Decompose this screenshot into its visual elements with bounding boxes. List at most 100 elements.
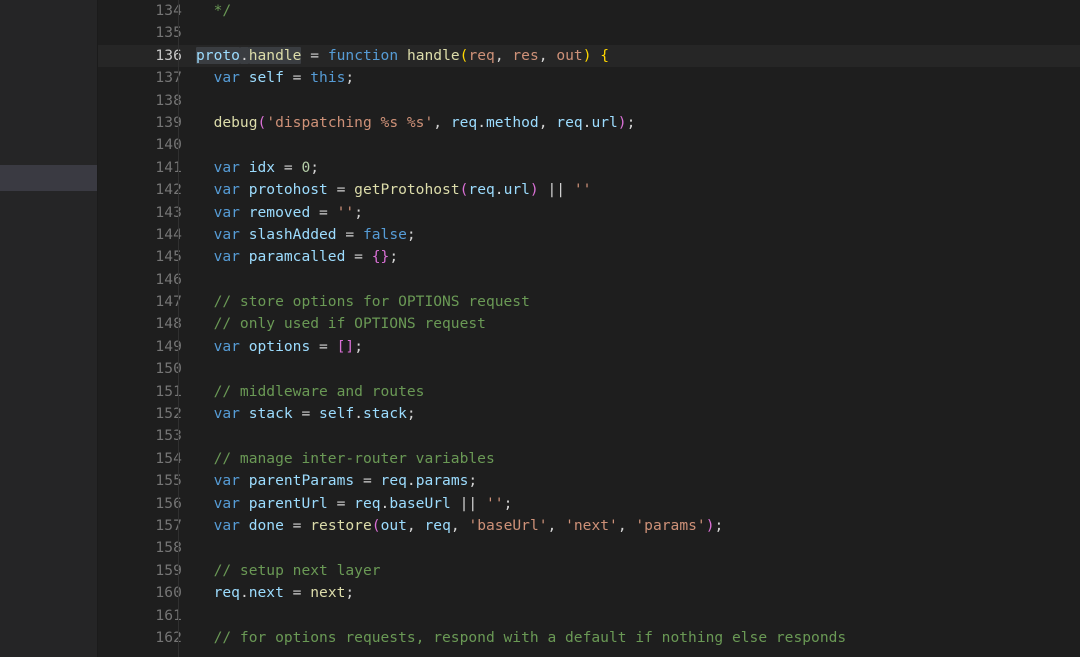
- line-content[interactable]: var protohost = getProtohost(req.url) ||…: [196, 179, 592, 201]
- code-line[interactable]: 143 var removed = '';: [98, 202, 1080, 224]
- code-token: var: [213, 225, 240, 243]
- code-token: ;: [354, 337, 363, 355]
- line-content[interactable]: // setup next layer: [196, 560, 381, 582]
- code-token: req: [556, 113, 583, 131]
- code-line[interactable]: 139 debug('dispatching %s %s', req.metho…: [98, 112, 1080, 134]
- code-line[interactable]: 151 // middleware and routes: [98, 381, 1080, 403]
- line-content[interactable]: var idx = 0;: [196, 157, 319, 179]
- line-number: 147: [155, 293, 182, 311]
- code-line[interactable]: 149 var options = [];: [98, 336, 1080, 358]
- code-line[interactable]: 142 var protohost = getProtohost(req.url…: [98, 179, 1080, 201]
- code-token: req: [380, 472, 407, 490]
- line-number: 160: [155, 584, 182, 602]
- line-content[interactable]: var stack = self.stack;: [196, 403, 416, 425]
- line-content[interactable]: // middleware and routes: [196, 381, 425, 403]
- code-line[interactable]: 150: [98, 358, 1080, 380]
- line-content[interactable]: var self = this;: [196, 67, 355, 89]
- code-line[interactable]: 145 var paramcalled = {};: [98, 246, 1080, 268]
- code-lines-container[interactable]: 134 */135 136 proto.handle = function hand…: [98, 0, 1080, 649]
- code-line[interactable]: 136 proto.handle = function handle(req, r…: [98, 44, 1080, 68]
- code-token: handle: [406, 46, 460, 64]
- code-line[interactable]: 156 var parentUrl = req.baseUrl || '';: [98, 493, 1080, 515]
- code-token: ;: [406, 225, 416, 243]
- code-token: removed: [248, 203, 311, 221]
- code-line[interactable]: 141 var idx = 0;: [98, 157, 1080, 179]
- code-line[interactable]: 153: [98, 425, 1080, 447]
- code-line[interactable]: 137 var self = this;: [98, 67, 1080, 89]
- code-line[interactable]: 155 var parentParams = req.params;: [98, 470, 1080, 492]
- code-token: // for options requests, respond with a …: [213, 628, 847, 646]
- code-token: ;: [354, 203, 363, 221]
- code-token: getProtohost: [354, 181, 460, 199]
- code-token: =: [310, 203, 337, 221]
- line-content[interactable]: var done = restore(out, req, 'baseUrl', …: [196, 515, 724, 537]
- code-token: url: [503, 181, 530, 199]
- code-token: ;: [389, 248, 399, 266]
- line-content[interactable]: var options = [];: [196, 336, 363, 358]
- code-line[interactable]: 162 // for options requests, respond wit…: [98, 627, 1080, 649]
- code-line[interactable]: 152 var stack = self.stack;: [98, 403, 1080, 425]
- code-line[interactable]: 135: [98, 22, 1080, 44]
- line-content[interactable]: var paramcalled = {};: [196, 246, 399, 268]
- line-content[interactable]: // for options requests, respond with a …: [196, 627, 847, 649]
- code-line[interactable]: 146: [98, 269, 1080, 291]
- line-content[interactable]: var parentUrl = req.baseUrl || '';: [196, 493, 513, 515]
- code-line[interactable]: 134 */: [98, 0, 1080, 22]
- code-line[interactable]: 159 // setup next layer: [98, 560, 1080, 582]
- code-line[interactable]: 147 // store options for OPTIONS request: [98, 291, 1080, 313]
- code-token: params: [415, 472, 469, 490]
- code-token: ,: [406, 516, 425, 534]
- code-token: self: [319, 405, 355, 423]
- code-token: baseUrl: [389, 494, 451, 512]
- code-token: 'next': [565, 516, 618, 534]
- line-number: 136: [155, 46, 182, 64]
- code-token: req: [468, 181, 495, 199]
- line-number: 158: [155, 539, 182, 557]
- code-line[interactable]: 144 var slashAdded = false;: [98, 224, 1080, 246]
- overview-ruler-strip[interactable]: [0, 0, 98, 657]
- code-line[interactable]: 140: [98, 134, 1080, 156]
- code-line[interactable]: 148 // only used if OPTIONS request: [98, 313, 1080, 335]
- line-number: 138: [155, 91, 182, 109]
- editor-pane[interactable]: 134 */135 136 proto.handle = function hand…: [98, 0, 1080, 657]
- scrollbar-thumb[interactable]: [0, 165, 98, 191]
- code-token: ,: [547, 516, 566, 534]
- code-line[interactable]: 154 // manage inter-router variables: [98, 448, 1080, 470]
- code-token: req: [450, 113, 478, 131]
- line-content[interactable]: // only used if OPTIONS request: [196, 313, 486, 335]
- line-content[interactable]: var removed = '';: [196, 202, 363, 224]
- code-line[interactable]: 138: [98, 90, 1080, 112]
- line-content[interactable]: proto.handle = function handle(req, res,…: [196, 45, 609, 67]
- line-content[interactable]: // manage inter-router variables: [196, 448, 495, 470]
- line-content[interactable]: debug('dispatching %s %s', req.method, r…: [196, 112, 636, 134]
- code-token: restore: [310, 516, 372, 534]
- code-line[interactable]: 161: [98, 605, 1080, 627]
- code-token: var: [213, 494, 240, 512]
- code-token: =: [283, 584, 311, 602]
- line-content[interactable]: // store options for OPTIONS request: [196, 291, 530, 313]
- line-content[interactable]: var parentParams = req.params;: [196, 470, 478, 492]
- code-line[interactable]: 157 var done = restore(out, req, 'baseUr…: [98, 515, 1080, 537]
- line-content[interactable]: var slashAdded = false;: [196, 224, 416, 246]
- line-content[interactable]: */: [196, 0, 232, 22]
- code-line[interactable]: 160 req.next = next;: [98, 582, 1080, 604]
- code-token: ,: [494, 46, 513, 64]
- code-line[interactable]: 158: [98, 537, 1080, 559]
- code-token: var: [213, 248, 240, 266]
- code-token: ;: [503, 494, 513, 512]
- code-token: 0: [301, 158, 311, 176]
- code-token: paramcalled: [248, 248, 346, 266]
- line-content[interactable]: req.next = next;: [196, 582, 355, 604]
- selected-token: handle: [248, 46, 302, 64]
- line-number: 156: [155, 494, 182, 512]
